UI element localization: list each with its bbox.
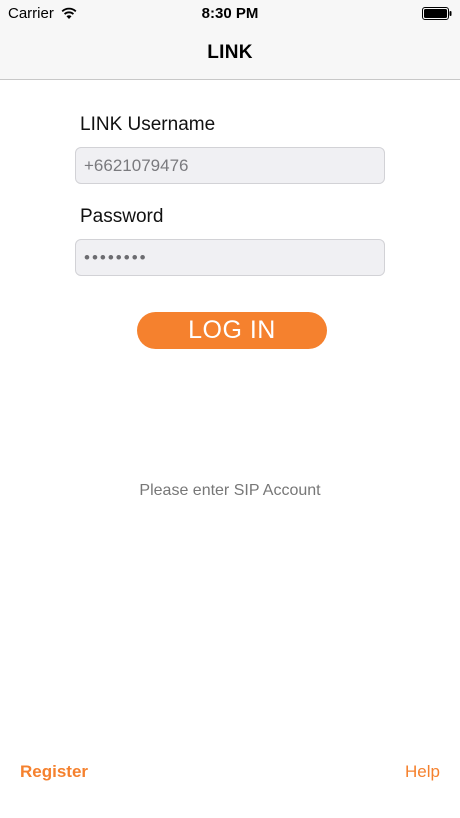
- password-label: Password: [80, 206, 164, 227]
- battery-icon: [422, 7, 452, 20]
- page-title: LINK: [207, 42, 253, 63]
- password-field[interactable]: [75, 239, 385, 276]
- hint-text: Please enter SIP Account: [139, 482, 321, 499]
- login-button[interactable]: LOG IN: [137, 312, 327, 349]
- status-bar: Carrier 8:30 PM: [0, 0, 460, 28]
- username-label: LINK Username: [80, 114, 216, 135]
- clock: 8:30 PM: [201, 5, 259, 22]
- register-link[interactable]: Register: [20, 762, 88, 782]
- username-field[interactable]: [75, 147, 385, 184]
- help-link[interactable]: Help: [405, 762, 440, 782]
- navigation-bar: LINK: [0, 28, 460, 80]
